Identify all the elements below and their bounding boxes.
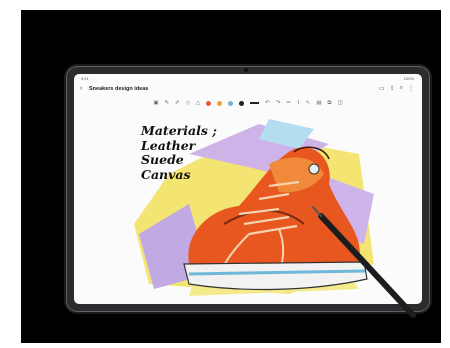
status-battery: 100% [403, 76, 414, 81]
handwritten-note: Materials ; Leather Suede Canvas [141, 123, 217, 182]
status-time: 9:41 [81, 76, 89, 81]
status-bar: 9:41 100% [74, 74, 422, 83]
highlighter-icon[interactable]: ✐ [175, 100, 180, 106]
redo-icon[interactable]: ↷ [276, 100, 281, 106]
lasso-icon[interactable]: ✑ [286, 100, 291, 106]
copy-icon[interactable]: ⧉ [328, 100, 332, 106]
header-actions: ▭ ⇪ ⌕ ⋮ [379, 85, 414, 92]
note-line: Suede [141, 152, 184, 167]
color-swatch-black[interactable] [239, 100, 245, 106]
tablet-frame: 9:41 100% ‹ Sneakers design ideas ▭ ⇪ ⌕ … [66, 66, 430, 312]
text-icon[interactable]: ▣ [153, 100, 158, 106]
note-line: Leather [141, 137, 196, 153]
notes-app-screen: 9:41 100% ‹ Sneakers design ideas ▭ ⇪ ⌕ … [74, 74, 422, 304]
drawing-toolbar: ▣ ✎ ✐ ◇ △ ↶ ↷ ✑ ⌇ ↖ ▤ ⧉ ◫ [74, 98, 422, 108]
note-line: Materials ; [141, 123, 217, 138]
camera-dot [244, 68, 248, 72]
layers-icon[interactable]: ◫ [337, 100, 342, 106]
product-photo: 9:41 100% ‹ Sneakers design ideas ▭ ⇪ ⌕ … [21, 10, 441, 343]
image-icon[interactable]: ▤ [316, 100, 321, 106]
undo-icon[interactable]: ↶ [265, 100, 270, 106]
pen-icon[interactable]: ✎ [165, 100, 170, 106]
color-swatch-orange[interactable] [217, 100, 223, 106]
note-line: Canvas [141, 166, 191, 182]
book-icon[interactable]: ▭ [379, 85, 385, 92]
attach-icon[interactable]: ⌕ [400, 85, 403, 92]
app-header: ‹ Sneakers design ideas ▭ ⇪ ⌕ ⋮ [74, 83, 422, 95]
color-swatch-red[interactable] [206, 100, 212, 106]
eraser-icon[interactable]: ◇ [186, 100, 190, 106]
share-icon[interactable]: ⇪ [390, 85, 395, 92]
shape-icon[interactable]: △ [196, 100, 200, 106]
ruler-icon[interactable]: ⌇ [297, 100, 300, 106]
more-icon[interactable]: ⋮ [408, 85, 414, 92]
back-arrow-icon[interactable]: ‹ [80, 85, 82, 92]
stroke-width-indicator[interactable] [250, 102, 260, 104]
color-swatch-blue[interactable] [228, 100, 234, 106]
note-title: Sneakers design ideas [89, 86, 149, 92]
cursor-icon[interactable]: ↖ [306, 100, 311, 106]
